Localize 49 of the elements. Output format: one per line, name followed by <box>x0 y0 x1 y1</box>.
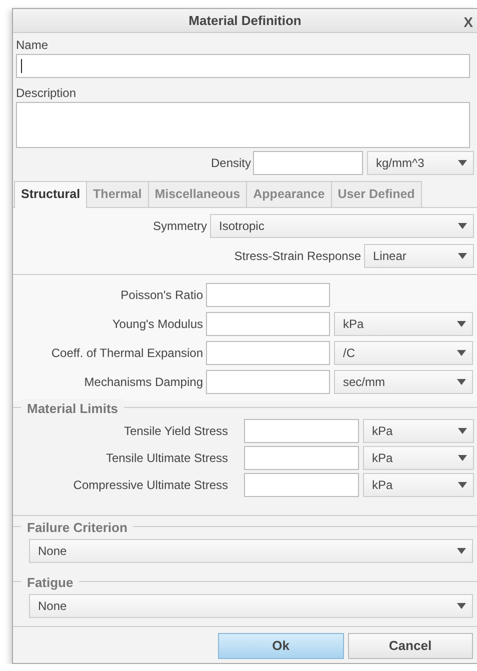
dropdown-arrow-icon <box>457 603 466 609</box>
field-label: Density <box>210 154 251 172</box>
unit-dropdown[interactable]: kPa <box>363 419 474 444</box>
input-field[interactable] <box>244 446 359 470</box>
input-field[interactable] <box>244 419 359 444</box>
field-label: Young's Modulus <box>111 316 204 334</box>
input-field[interactable] <box>206 370 330 394</box>
dropdown-arrow-icon <box>458 222 467 229</box>
field-label: Poisson's Ratio <box>120 287 204 304</box>
dropdown-arrow-icon <box>458 482 467 488</box>
window-title: Material Definition <box>188 12 302 30</box>
input-field[interactable] <box>244 473 359 498</box>
name-field[interactable] <box>16 54 470 78</box>
unit-dropdown[interactable]: kPa <box>334 312 473 336</box>
unit-dropdown[interactable]: kPa <box>363 473 474 498</box>
response-dropdown[interactable]: Linear <box>364 244 474 268</box>
dropdown-arrow-icon <box>457 379 466 386</box>
unit-dropdown[interactable]: kPa <box>363 446 474 470</box>
criterion-dropdown[interactable]: None <box>29 539 473 563</box>
dropdown-arrow-icon <box>458 160 467 166</box>
field-label: Tensile Yield Stress <box>122 423 228 440</box>
field-label: Name <box>16 36 50 54</box>
unit-dropdown[interactable]: kg/mm^3 <box>367 150 474 175</box>
close-button[interactable]: X <box>464 12 473 33</box>
field-label: Stress-Strain Response <box>234 248 361 265</box>
input-field[interactable] <box>206 283 330 308</box>
input-field[interactable] <box>206 341 330 366</box>
density-field[interactable] <box>253 150 363 175</box>
input-field[interactable] <box>206 312 330 336</box>
dropdown-arrow-icon <box>458 455 467 462</box>
field-label: Description <box>16 84 78 102</box>
fatigue-dropdown[interactable]: None <box>29 594 473 618</box>
symmetry-dropdown[interactable]: Isotropic <box>210 214 474 238</box>
field-label: Tensile Ultimate Stress <box>104 450 228 468</box>
tab[interactable]: Structural <box>14 180 88 208</box>
cancel-button[interactable]: Cancel <box>348 633 473 659</box>
field-label: Compressive Ultimate Stress <box>72 477 228 494</box>
dropdown-arrow-icon <box>458 428 467 434</box>
dropdown-arrow-icon <box>457 321 466 328</box>
unit-dropdown[interactable]: sec/mm <box>334 370 473 394</box>
field-label: Symmetry <box>153 218 207 235</box>
description-field[interactable] <box>16 102 470 148</box>
field-label: Coeff. of Thermal Expansion <box>50 345 204 362</box>
dropdown-arrow-icon <box>457 350 466 356</box>
ok-button[interactable]: Ok <box>218 633 344 659</box>
unit-dropdown[interactable]: /C <box>334 341 473 366</box>
dropdown-arrow-icon <box>457 548 466 554</box>
dropdown-arrow-icon <box>458 252 467 259</box>
field-label: Mechanisms Damping <box>83 374 204 392</box>
